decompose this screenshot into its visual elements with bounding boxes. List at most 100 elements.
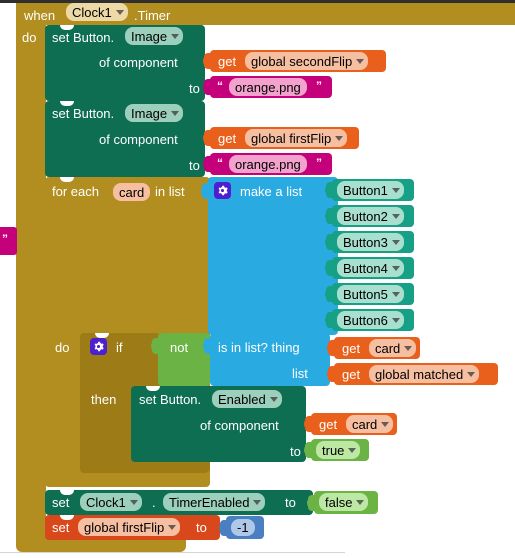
chevron-down-icon (335, 135, 344, 141)
set-button-label-1: set Button. (52, 30, 115, 45)
button-component-name-5: Button5 (343, 286, 388, 302)
global-secondflip-dropdown[interactable]: global secondFlip (245, 52, 369, 70)
image-property-name-2: Image (131, 105, 168, 121)
dot-separator: . (152, 495, 156, 510)
chevron-down-icon (171, 33, 180, 39)
block-notch-top (57, 177, 77, 182)
when-block-bottom (16, 538, 186, 552)
global-secondflip-name: global secondFlip (251, 53, 353, 69)
event-name-label: .Timer (134, 8, 171, 23)
set-label-firstflip: set (52, 520, 70, 535)
clock-component-name-2: Clock1 (86, 494, 126, 510)
chevron-down-icon (348, 447, 357, 453)
not-label: not (170, 340, 189, 355)
clock-component-dropdown[interactable]: Clock1 (66, 3, 128, 21)
true-value-label: true (322, 442, 345, 458)
value-plug (325, 312, 333, 328)
bottom-divider (0, 552, 345, 553)
when-label: when (24, 8, 56, 23)
value-plug (304, 442, 312, 458)
value-plug (325, 260, 333, 276)
foreach-do-label: do (55, 340, 70, 355)
value-plug (325, 286, 333, 302)
chevron-down-icon (391, 213, 400, 219)
number-value-field[interactable]: -1 (231, 519, 255, 536)
mutator-gear-icon[interactable] (214, 182, 231, 199)
button-component-dropdown-1[interactable]: Button1 (337, 181, 404, 199)
global-firstflip-name-2: global firstFlip (84, 519, 165, 535)
value-plug (151, 338, 159, 354)
value-plug (203, 338, 211, 354)
button-component-dropdown-3[interactable]: Button3 (337, 233, 404, 251)
button-component-name-1: Button1 (343, 182, 388, 198)
get-label-component: get (319, 417, 338, 432)
number-value: -1 (237, 520, 249, 535)
loop-variable-field[interactable]: card (113, 183, 151, 201)
chevron-down-icon (269, 396, 278, 402)
enabled-property-name: Enabled (218, 391, 266, 407)
make-a-list-label: make a list (240, 184, 303, 199)
button-component-dropdown-2[interactable]: Button2 (337, 207, 404, 225)
enabled-property-dropdown[interactable]: Enabled (212, 390, 282, 408)
set-label-timer: set (52, 495, 70, 510)
orphan-text-close-quote: ” (2, 232, 8, 246)
button-component-dropdown-5[interactable]: Button5 (337, 285, 404, 303)
is-in-list-thing-label: is in list? thing (218, 340, 300, 355)
is-in-list-list-label: list (292, 366, 308, 381)
value-plug (304, 416, 312, 432)
button-component-name-2: Button2 (343, 208, 388, 224)
text-close-quote-2: ” (316, 156, 322, 170)
true-value-dropdown[interactable]: true (316, 441, 361, 459)
of-component-label-1: of component (99, 55, 178, 70)
clock-component-dropdown-2[interactable]: Clock1 (80, 493, 142, 511)
global-firstflip-name: global firstFlip (251, 130, 332, 146)
value-plug (307, 495, 315, 511)
chevron-down-icon (168, 524, 177, 530)
get-label-2: get (218, 131, 237, 146)
timerenabled-property-name: TimerEnabled (169, 494, 250, 510)
button-component-name-3: Button3 (343, 234, 388, 250)
in-list-label: in list (155, 184, 185, 199)
value-plug (325, 182, 333, 198)
chevron-down-icon (404, 345, 413, 351)
to-label-2: to (189, 158, 200, 173)
false-value-label: false (325, 494, 353, 510)
set-button-enabled-label: set Button. (139, 392, 202, 407)
text-value-field-2[interactable]: orange.png (229, 155, 307, 173)
global-firstflip-dropdown-2[interactable]: global firstFlip (78, 518, 181, 536)
false-value-dropdown[interactable]: false (319, 493, 369, 511)
card-variable-dropdown-thing[interactable]: card (369, 339, 417, 357)
global-matched-dropdown[interactable]: global matched (369, 365, 480, 383)
button-component-dropdown-6[interactable]: Button6 (337, 311, 404, 329)
image-property-dropdown-2[interactable]: Image (125, 104, 184, 122)
button-component-dropdown-4[interactable]: Button4 (337, 259, 404, 277)
text-open-quote-1: “ (217, 79, 223, 93)
to-label-1: to (189, 81, 200, 96)
value-plug (327, 366, 335, 382)
of-component-label-2: of component (99, 132, 178, 147)
get-label-thing: get (342, 341, 361, 356)
global-firstflip-dropdown[interactable]: global firstFlip (245, 129, 348, 147)
card-variable-dropdown-component[interactable]: card (346, 415, 394, 433)
blocks-workspace-canvas[interactable]: when Clock1 .Timer do set Button. Image … (0, 0, 515, 558)
clock-component-name: Clock1 (72, 4, 112, 20)
text-value-2: orange.png (235, 156, 301, 172)
then-label: then (91, 392, 117, 407)
text-value-field-1[interactable]: orange.png (229, 78, 307, 96)
of-component-label-3: of component (200, 418, 279, 433)
if-mutator-gear-icon[interactable] (90, 338, 107, 355)
value-plug (203, 53, 211, 69)
chevron-down-icon (356, 499, 365, 505)
make-a-list-block[interactable] (201, 177, 338, 335)
value-plug (325, 208, 333, 224)
timerenabled-property-dropdown[interactable]: TimerEnabled (163, 493, 266, 511)
text-open-quote-2: “ (217, 156, 223, 170)
chevron-down-icon (129, 499, 138, 505)
value-plug (203, 156, 211, 172)
image-property-dropdown-1[interactable]: Image (125, 27, 184, 45)
for-each-label: for each (52, 184, 99, 199)
chevron-down-icon (381, 421, 390, 427)
value-plug (327, 340, 335, 356)
set-button-label-2: set Button. (52, 106, 115, 121)
chevron-down-icon (467, 371, 476, 377)
